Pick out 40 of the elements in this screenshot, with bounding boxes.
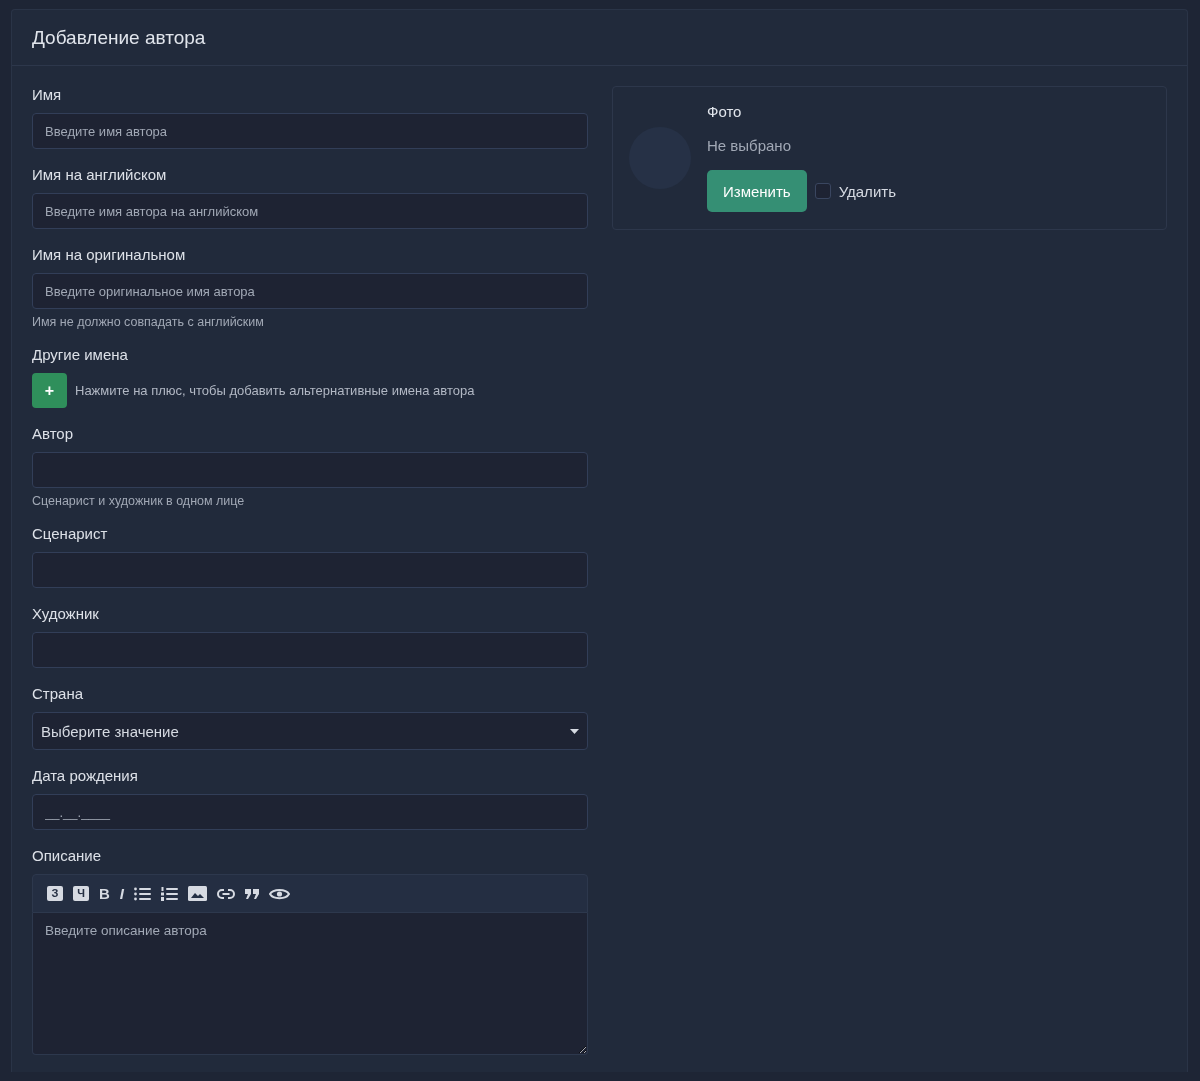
input-field[interactable]: __.__.____: [32, 794, 588, 830]
page-title: Добавление автора: [32, 26, 206, 49]
select-field[interactable]: Выберите значение: [32, 712, 588, 750]
bold-button[interactable]: B: [99, 886, 110, 901]
caret-icon: [570, 728, 579, 734]
hint-text: Нажмите на плюс, чтобы добавить альтернативные имена автора: [75, 383, 475, 398]
numbered-list-icon[interactable]: [161, 886, 178, 901]
add-button[interactable]: +: [32, 373, 67, 408]
input-field[interactable]: [32, 552, 588, 588]
field-label: Другие имена: [32, 346, 129, 364]
help-text: Имя не должно совпадать с английским: [32, 315, 265, 329]
input-field[interactable]: Введите оригинальное имя автора: [32, 273, 588, 309]
field-label: Имя на оригинальном: [32, 246, 187, 264]
field-label: Имя на английском: [32, 166, 168, 184]
field-label: Описание: [32, 847, 103, 865]
field-label: Дата рождения: [32, 767, 139, 785]
field-label: Имя: [32, 86, 63, 104]
link-icon[interactable]: [217, 888, 235, 899]
italic-button[interactable]: I: [119, 886, 124, 901]
help-text: Сценарист и художник в одном лице: [32, 494, 246, 508]
photo-status: Не выбрано: [707, 137, 792, 154]
change-button[interactable]: Изменить: [707, 170, 807, 212]
field-label: Страна: [32, 685, 84, 703]
field-label: Автор: [32, 425, 75, 443]
heading-button[interactable]: Ч: [73, 886, 89, 901]
description-field[interactable]: Введите описание автора: [32, 913, 588, 1055]
input-field[interactable]: Введите имя автора: [32, 113, 588, 149]
bullet-list-icon[interactable]: [134, 886, 151, 901]
delete-label: Удалить: [838, 182, 896, 200]
input-field[interactable]: [32, 632, 588, 668]
eye-icon[interactable]: [269, 886, 290, 901]
delete-checkbox[interactable]: [814, 183, 831, 199]
image-icon[interactable]: [188, 886, 207, 901]
input-field[interactable]: [32, 452, 588, 488]
photo-label: Фото: [707, 103, 743, 120]
quote-icon[interactable]: [245, 888, 259, 899]
field-label: Сценарист: [32, 525, 109, 543]
input-field[interactable]: Введите имя автора на английском: [32, 193, 588, 229]
field-label: Художник: [32, 605, 100, 623]
heading-button[interactable]: З: [47, 886, 63, 901]
